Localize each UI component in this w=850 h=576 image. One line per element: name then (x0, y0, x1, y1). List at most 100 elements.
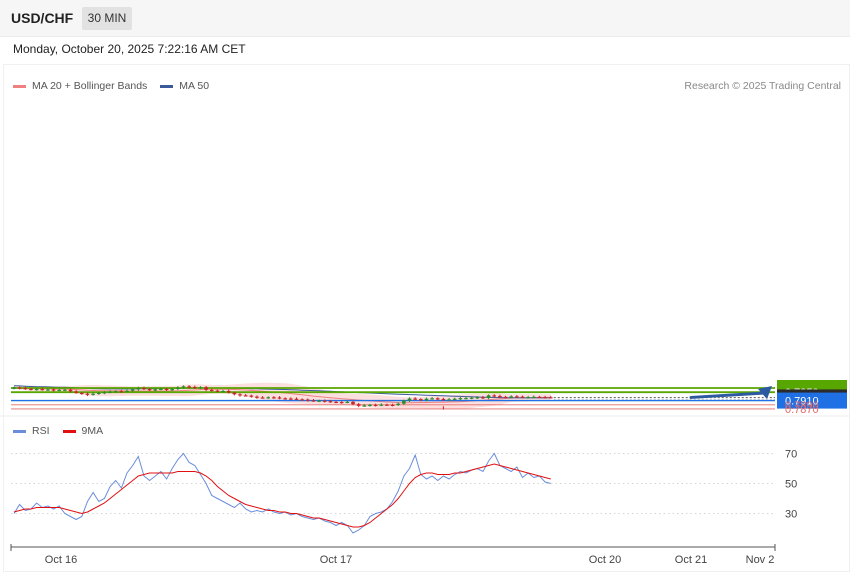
candle-body (532, 396, 536, 399)
candle-body (176, 387, 180, 390)
candle-body (108, 391, 112, 393)
candle-body (543, 397, 547, 399)
candle-body (63, 389, 67, 391)
candle-body (492, 395, 497, 397)
candle-body (441, 398, 446, 401)
candle-body (226, 390, 231, 393)
candle-body (147, 389, 152, 391)
candle-body (272, 397, 276, 399)
candle-body (311, 400, 316, 402)
candle-body (266, 397, 271, 399)
candle-body (294, 398, 299, 400)
candle-body (419, 399, 423, 401)
candle-body (255, 396, 259, 398)
candle-body (142, 387, 146, 390)
level-label-0.7870: 0.7870 (785, 404, 819, 416)
projection-arrow-shaft (689, 391, 767, 399)
candle-body (452, 398, 457, 400)
candle-body (91, 393, 95, 395)
price-chart[interactable]: 0.79700.79500.79250.79100.78900.78707050… (0, 0, 850, 576)
candle-body (390, 404, 395, 406)
candle-body (29, 388, 33, 391)
candle-body (322, 400, 327, 402)
candle-body (170, 389, 174, 391)
candle-body (96, 392, 101, 395)
candle-body (102, 392, 107, 394)
candle-body (68, 389, 73, 392)
candle-body (300, 399, 304, 401)
x-tick-label: Oct 21 (675, 554, 707, 566)
candle-body (46, 389, 50, 391)
candle-body (402, 400, 406, 404)
candle-body (362, 405, 367, 407)
candle-body (385, 404, 389, 406)
candle-body (339, 402, 344, 404)
candle-body (283, 398, 287, 400)
candle-body (373, 404, 378, 406)
candle-body (74, 391, 78, 393)
rsi-line (13, 452, 551, 534)
candle-body (12, 387, 16, 389)
candle-body (243, 395, 248, 397)
x-tick-label: Oct 20 (589, 554, 621, 566)
candle-body (187, 386, 191, 388)
x-tick-label: Nov 2 (746, 554, 775, 566)
candle-body (486, 395, 491, 399)
candle-body (119, 391, 124, 393)
rsi-tick-label: 50 (785, 479, 797, 491)
candle-body (430, 398, 434, 400)
candle-body (396, 403, 400, 405)
x-tick-label: Oct 17 (320, 554, 352, 566)
candle-body (238, 394, 242, 396)
candle-body (159, 388, 163, 391)
candle-body (475, 397, 480, 399)
candle-body (413, 398, 417, 400)
candle-body (209, 389, 214, 392)
x-tick-label: Oct 16 (45, 554, 77, 566)
candle-body (136, 387, 141, 390)
candle-body (447, 399, 451, 401)
candle-body (215, 390, 220, 392)
candle-body (469, 397, 474, 399)
candle-body (520, 396, 525, 398)
candle-body (379, 404, 384, 406)
candle-body (509, 396, 513, 398)
candle-body (498, 395, 502, 398)
candle-body (113, 391, 118, 393)
rsi-tick-label: 70 (785, 449, 797, 461)
candle-body (435, 398, 440, 400)
candle-body (40, 389, 45, 391)
candle-body (249, 395, 254, 397)
candle-body (526, 397, 530, 399)
candle-body (130, 389, 135, 391)
candle-body (153, 389, 158, 391)
candle-body (198, 387, 203, 389)
candle-body (164, 388, 169, 391)
candle-body (368, 404, 372, 406)
candle-body (57, 389, 61, 392)
candle-body (125, 390, 129, 392)
candle-body (221, 390, 225, 393)
candle-body (232, 392, 237, 395)
candle-body (277, 397, 282, 399)
candle-body (345, 401, 350, 404)
candle-body (85, 393, 90, 395)
candle-body (34, 389, 39, 391)
candle-body (407, 398, 412, 401)
candle-body (17, 387, 22, 389)
candle-body (204, 387, 208, 390)
candle-body (23, 387, 28, 390)
candle-body (260, 397, 265, 399)
rsi-tick-label: 30 (785, 509, 797, 521)
candle-body (548, 397, 553, 399)
candle-body (289, 398, 293, 400)
candle-body (181, 386, 186, 388)
candle-body (503, 396, 508, 399)
candle-body (424, 398, 429, 401)
candle-body (481, 397, 485, 399)
candle-body (356, 404, 361, 406)
candle-body (334, 401, 338, 404)
candle-body (306, 399, 310, 401)
candle-body (458, 398, 463, 400)
candle-body (515, 396, 519, 398)
